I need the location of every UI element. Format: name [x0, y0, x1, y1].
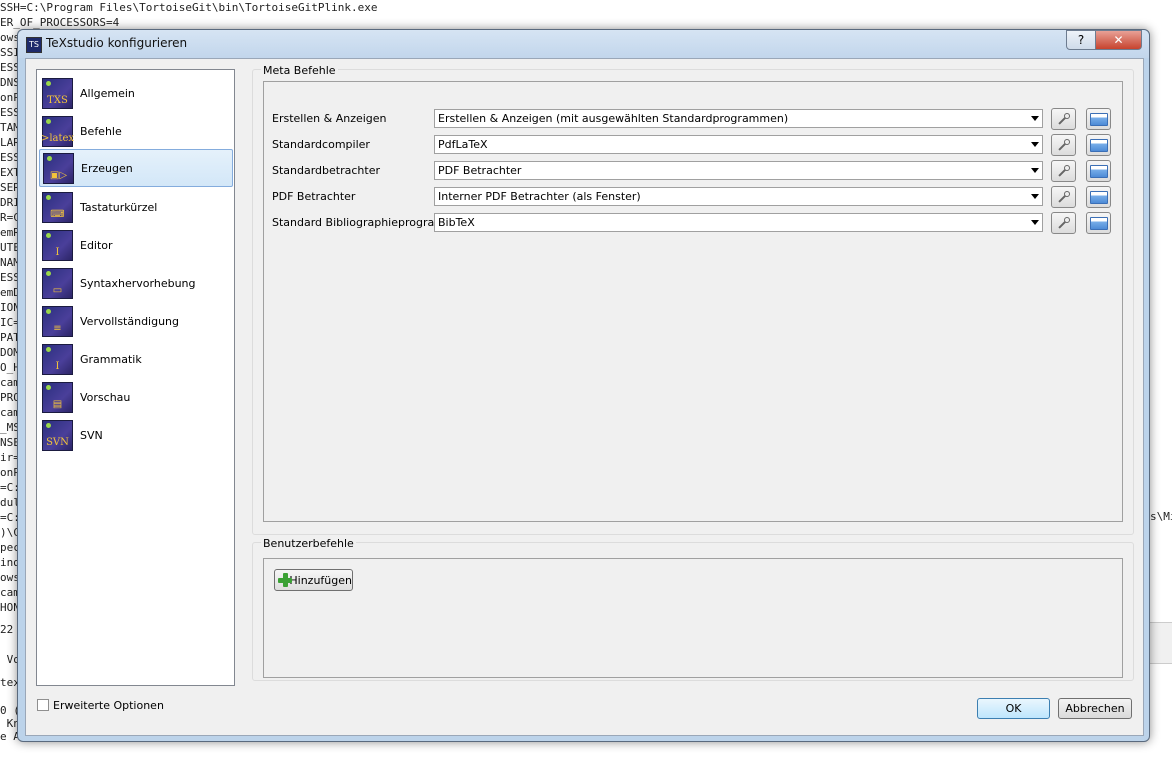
- command-combobox[interactable]: Interner PDF Betrachter (als Fenster): [434, 187, 1043, 206]
- default-bar-icon: [1089, 216, 1108, 230]
- configure-wrench-button[interactable]: [1051, 186, 1076, 208]
- meta-row-label: Standardbetrachter: [272, 164, 380, 177]
- meta-row-standardcompiler: Standardcompiler PdfLaTeX: [272, 134, 1122, 156]
- sidebar-item-vorschau[interactable]: ▤ Vorschau: [39, 379, 233, 415]
- build-icon: ▣▷: [43, 152, 74, 184]
- default-bar-icon: [1089, 138, 1108, 152]
- reset-default-button[interactable]: [1086, 212, 1111, 234]
- terminal-line: SSH=C:\Program Files\TortoiseGit\bin\Tor…: [0, 1, 378, 14]
- cursor-icon: I: [42, 229, 73, 261]
- sidebar-item-erzeugen[interactable]: ▣▷ Erzeugen: [39, 149, 233, 187]
- background-panel-strip: [1148, 622, 1172, 664]
- txs-icon: TXS: [42, 77, 73, 109]
- wrench-icon: [1058, 139, 1070, 151]
- sidebar-item-label: Tastaturkürzel: [80, 200, 158, 214]
- sidebar-item-label: Befehle: [80, 124, 122, 138]
- ok-button[interactable]: OK: [977, 698, 1050, 719]
- sidebar-item-label: Grammatik: [80, 352, 142, 366]
- sidebar-item-tastaturkuerzel[interactable]: ⌨ Tastaturkürzel: [39, 189, 233, 225]
- advanced-options-label: Erweiterte Optionen: [53, 699, 164, 712]
- sidebar-item-syntaxhervorhebung[interactable]: ▭ Syntaxhervorhebung: [39, 265, 233, 301]
- dropdown-arrow-icon: [1031, 220, 1039, 225]
- reset-default-button[interactable]: [1086, 134, 1111, 156]
- command-combobox[interactable]: PDF Betrachter: [434, 161, 1043, 180]
- sidebar-item-befehle[interactable]: >latex Befehle: [39, 113, 233, 149]
- dropdown-arrow-icon: [1031, 142, 1039, 147]
- wrench-icon: [1058, 165, 1070, 177]
- command-combobox[interactable]: PdfLaTeX: [434, 135, 1043, 154]
- sidebar-item-label: Allgemein: [80, 86, 135, 100]
- command-combobox[interactable]: BibTeX: [434, 213, 1043, 232]
- keyboard-icon: ⌨: [42, 191, 73, 223]
- user-commands-title: Benutzerbefehle: [261, 537, 356, 550]
- terminal-line: 22: [0, 623, 14, 636]
- sidebar-item-label: Vervollständigung: [80, 314, 180, 328]
- sidebar-item-label: Syntaxhervorhebung: [80, 276, 196, 290]
- texstudio-app-icon: TS: [26, 37, 42, 53]
- default-bar-icon: [1089, 112, 1108, 126]
- settings-dialog: TS TeXstudio konfigurieren ? ✕ TXS Allge…: [17, 29, 1150, 742]
- configure-wrench-button[interactable]: [1051, 212, 1076, 234]
- meta-row-label: Standardcompiler: [272, 138, 370, 151]
- command-combobox[interactable]: Erstellen & Anzeigen (mit ausgewählten S…: [434, 109, 1043, 128]
- meta-row-erstellen: Erstellen & Anzeigen Erstellen & Anzeige…: [272, 108, 1122, 130]
- wrench-icon: [1058, 113, 1070, 125]
- add-command-label: Hinzufügen: [289, 573, 352, 587]
- title-bar: TS TeXstudio konfigurieren ? ✕: [18, 30, 1149, 58]
- user-commands-group: Benutzerbefehle Hinzufügen: [252, 537, 1134, 681]
- sidebar-item-grammatik[interactable]: I Grammatik: [39, 341, 233, 377]
- highlight-icon: ▭: [42, 267, 73, 299]
- meta-row-standardbetrachter: Standardbetrachter PDF Betrachter: [272, 160, 1122, 182]
- user-commands-panel: Hinzufügen: [263, 558, 1123, 678]
- reset-default-button[interactable]: [1086, 160, 1111, 182]
- help-button[interactable]: ?: [1066, 30, 1096, 50]
- sidebar-item-label: Editor: [80, 238, 113, 252]
- sidebar-item-allgemein[interactable]: TXS Allgemein: [39, 75, 233, 111]
- configure-wrench-button[interactable]: [1051, 134, 1076, 156]
- meta-commands-title: Meta Befehle: [261, 64, 338, 77]
- add-command-button[interactable]: Hinzufügen: [274, 569, 353, 591]
- configure-wrench-button[interactable]: [1051, 160, 1076, 182]
- meta-row-label: PDF Betrachter: [272, 190, 356, 203]
- wrench-icon: [1058, 191, 1070, 203]
- meta-row-bibliographie: Standard Bibliographieprogramm BibTeX: [272, 212, 1122, 234]
- sidebar-item-label: SVN: [80, 428, 103, 442]
- meta-row-label: Standard Bibliographieprogramm: [272, 216, 456, 229]
- svn-icon: SVN: [42, 419, 73, 451]
- sidebar-item-svn[interactable]: SVN SVN: [39, 417, 233, 453]
- sidebar-item-editor[interactable]: I Editor: [39, 227, 233, 263]
- meta-row-label: Erstellen & Anzeigen: [272, 112, 387, 125]
- terminal-line: ER_OF_PROCESSORS=4: [0, 16, 120, 29]
- background-text-fragment: s\Mi: [1150, 510, 1172, 523]
- wrench-icon: [1058, 217, 1070, 229]
- close-button[interactable]: ✕: [1095, 30, 1142, 50]
- reset-default-button[interactable]: [1086, 186, 1111, 208]
- dropdown-arrow-icon: [1031, 116, 1039, 121]
- completion-icon: ≡: [42, 305, 73, 337]
- meta-commands-panel: Erstellen & Anzeigen Erstellen & Anzeige…: [263, 81, 1123, 522]
- latex-icon: >latex: [41, 115, 74, 147]
- sidebar-item-label: Vorschau: [80, 390, 131, 404]
- meta-row-pdf-betrachter: PDF Betrachter Interner PDF Betrachter (…: [272, 186, 1122, 208]
- default-bar-icon: [1089, 164, 1108, 178]
- dialog-title: TeXstudio konfigurieren: [46, 36, 188, 50]
- default-bar-icon: [1089, 190, 1108, 204]
- preview-icon: ▤: [42, 381, 73, 413]
- dropdown-arrow-icon: [1031, 194, 1039, 199]
- advanced-options-checkbox[interactable]: [37, 699, 49, 711]
- grammar-icon: I: [42, 343, 73, 375]
- category-list[interactable]: TXS Allgemein >latex Befehle ▣▷ Erzeugen…: [36, 69, 235, 686]
- plus-icon: [278, 573, 293, 587]
- configure-wrench-button[interactable]: [1051, 108, 1076, 130]
- dropdown-arrow-icon: [1031, 168, 1039, 173]
- meta-commands-group: Meta Befehle Erstellen & Anzeigen Erstel…: [252, 64, 1134, 535]
- cancel-button[interactable]: Abbrechen: [1058, 698, 1132, 719]
- sidebar-item-vervollstaendigung[interactable]: ≡ Vervollständigung: [39, 303, 233, 339]
- sidebar-item-label: Erzeugen: [81, 161, 133, 175]
- dialog-client-area: TXS Allgemein >latex Befehle ▣▷ Erzeugen…: [25, 58, 1144, 736]
- reset-default-button[interactable]: [1086, 108, 1111, 130]
